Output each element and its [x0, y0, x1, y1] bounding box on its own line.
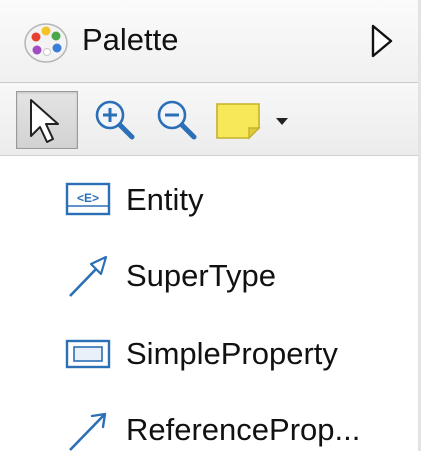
note-dropdown-button[interactable] — [270, 95, 300, 145]
entity-icon: <E> — [64, 176, 116, 224]
zoom-in-icon — [95, 100, 135, 140]
svg-text:<E>: <E> — [77, 191, 99, 205]
palette-item-label: SuperType — [126, 258, 276, 293]
palette-item-supertype[interactable]: SuperType — [0, 246, 418, 306]
dropdown-arrow-icon — [276, 118, 288, 125]
palette-title: Palette — [82, 22, 179, 57]
zoom-out-button[interactable] — [152, 95, 202, 145]
palette-item-label: SimpleProperty — [126, 336, 338, 371]
palette-item-label: Entity — [126, 182, 204, 217]
palette-toolbar — [0, 83, 418, 156]
palette-icon — [22, 18, 74, 66]
arrow-cursor-icon — [30, 99, 59, 143]
palette-header: Palette — [0, 0, 418, 83]
zoom-out-icon — [157, 100, 197, 140]
supertype-arrow-icon — [64, 252, 116, 300]
note-icon — [216, 103, 261, 140]
triangle-right-icon[interactable] — [366, 22, 396, 60]
palette-panel: Palette <E> Entity SuperType SimplePrope… — [0, 0, 424, 451]
palette-item-simpleproperty[interactable]: SimpleProperty — [0, 324, 418, 384]
note-tool-button[interactable] — [212, 95, 266, 145]
simple-property-icon — [64, 330, 116, 378]
panel-border — [418, 0, 421, 451]
palette-item-entity[interactable]: <E> Entity — [0, 170, 418, 230]
palette-item-referenceproperty[interactable]: ReferenceProp... — [0, 400, 418, 460]
palette-item-label: ReferenceProp... — [126, 412, 361, 447]
zoom-in-button[interactable] — [90, 95, 140, 145]
reference-arrow-icon — [64, 406, 116, 454]
select-tool-button[interactable] — [16, 91, 78, 149]
